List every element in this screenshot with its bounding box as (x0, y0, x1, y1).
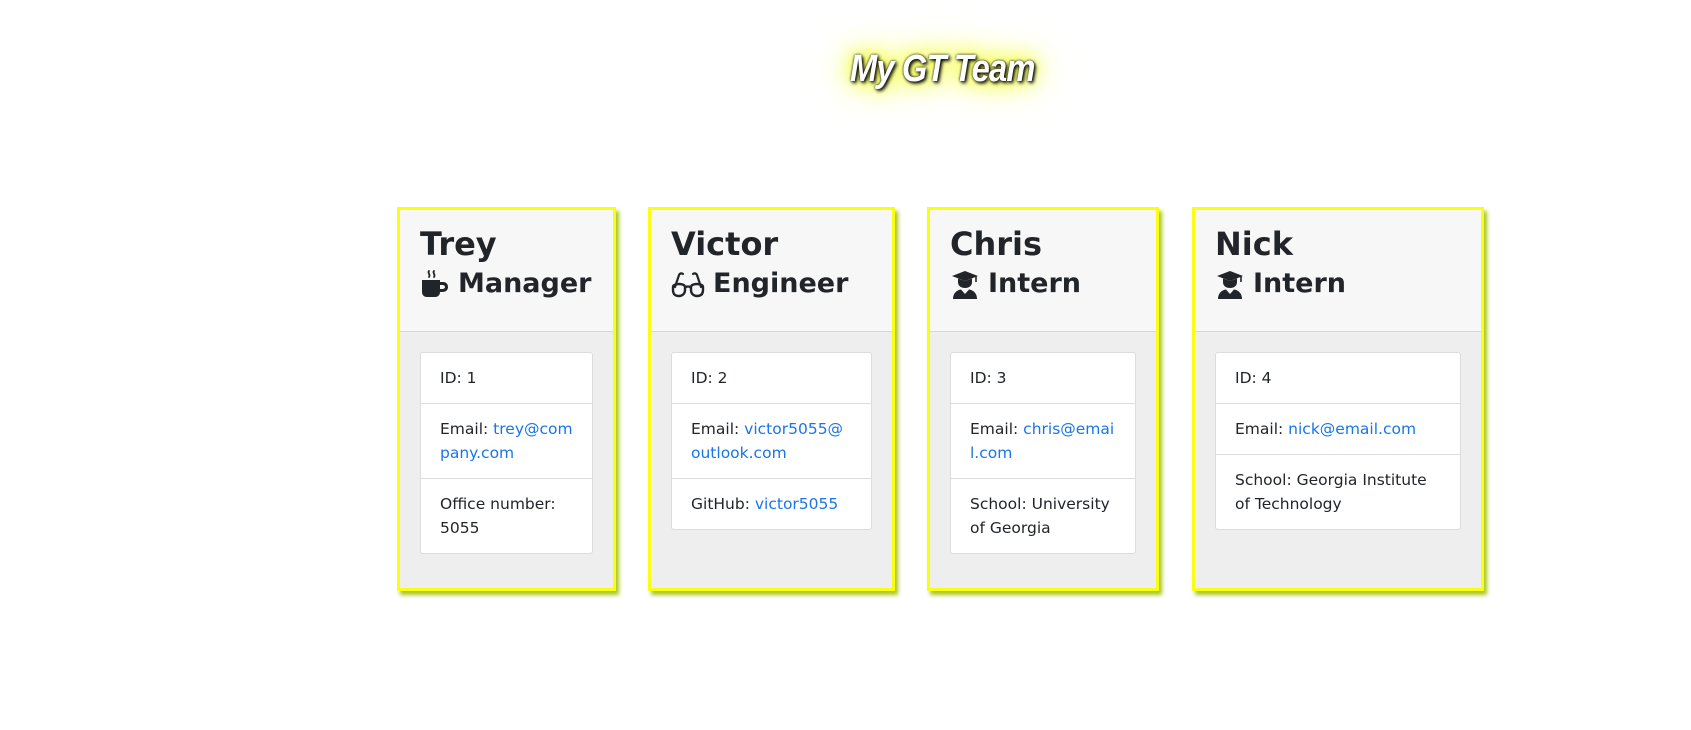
card-header: Victor Engineer (651, 210, 892, 332)
id-item: ID: 4 (1235, 369, 1272, 387)
github-item: GitHub: victor5055 (672, 478, 871, 529)
email-item: Email: chris@email.com (951, 403, 1135, 478)
card-body: ID: 2 Email: victor5055@outlook.com GitH… (651, 332, 892, 530)
page-title: My GT Team (0, 48, 1691, 91)
card-header: Chris Intern (930, 210, 1156, 332)
employee-name: Trey (420, 225, 497, 263)
github-label: GitHub: (691, 495, 750, 513)
employee-role: Intern (1215, 266, 1461, 301)
email-item: Email: trey@company.com (421, 403, 592, 478)
info-list: ID: 1 Email: trey@company.com Office num… (420, 352, 593, 554)
school-item: School: Georgia Institute of Technology (1216, 454, 1460, 529)
employee-card-nick: Nick Intern ID: 4 Email: nick@email.com … (1192, 207, 1484, 591)
glasses-icon (671, 269, 705, 299)
employee-name: Chris (950, 225, 1043, 263)
coffee-mug-icon (420, 269, 450, 299)
email-label: Email: (1235, 420, 1284, 438)
email-link[interactable]: nick@email.com (1288, 420, 1416, 438)
employee-card-trey: Trey Manager ID: 1 Email: trey@company.c… (397, 207, 616, 591)
graduate-icon (1215, 269, 1245, 299)
email-label: Email: (440, 420, 489, 438)
email-label: Email: (691, 420, 740, 438)
page-title-text: My GT Team (850, 48, 1035, 90)
card-body: ID: 1 Email: trey@company.com Office num… (400, 332, 613, 554)
graduate-icon (950, 269, 980, 299)
id-item: ID: 3 (970, 369, 1007, 387)
employee-card-victor: Victor Engineer ID: 2 Email: victor5055@… (648, 207, 895, 591)
id-item: ID: 2 (691, 369, 728, 387)
employee-role: Intern (950, 266, 1136, 301)
employee-card-chris: Chris Intern ID: 3 Email: chris@email.co… (927, 207, 1159, 591)
office-number-value: 5055 (440, 519, 480, 537)
email-item: Email: nick@email.com (1216, 403, 1460, 454)
card-body: ID: 4 Email: nick@email.com School: Geor… (1195, 332, 1481, 530)
github-link[interactable]: victor5055 (755, 495, 838, 513)
card-header: Trey Manager (400, 210, 613, 332)
info-list: ID: 2 Email: victor5055@outlook.com GitH… (671, 352, 872, 530)
card-header: Nick Intern (1195, 210, 1481, 332)
id-item: ID: 1 (440, 369, 477, 387)
employee-role: Manager (420, 266, 593, 301)
card-body: ID: 3 Email: chris@email.com School: Uni… (930, 332, 1156, 554)
office-number-item: Office number: 5055 (421, 478, 592, 553)
info-list: ID: 3 Email: chris@email.com School: Uni… (950, 352, 1136, 554)
employee-role: Engineer (671, 266, 872, 301)
info-list: ID: 4 Email: nick@email.com School: Geor… (1215, 352, 1461, 530)
employee-name: Victor (671, 225, 779, 263)
employee-role-label: Intern (988, 268, 1082, 299)
school-label: School: (1235, 471, 1292, 489)
email-label: Email: (970, 420, 1019, 438)
employee-name: Nick (1215, 225, 1293, 263)
employee-role-label: Engineer (713, 268, 849, 299)
school-item: School: University of Georgia (951, 478, 1135, 553)
office-number-label: Office number: (440, 495, 556, 513)
email-item: Email: victor5055@outlook.com (672, 403, 871, 478)
employee-role-label: Intern (1253, 268, 1347, 299)
school-label: School: (970, 495, 1027, 513)
employee-role-label: Manager (458, 268, 592, 299)
